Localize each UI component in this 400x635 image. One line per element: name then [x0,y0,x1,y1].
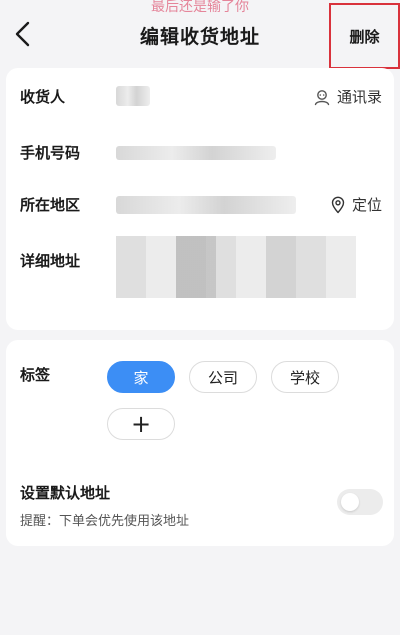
tags-card: 标签 家 公司 学校 + 设置默认地址 提醒：下单会优先使用该地址 [6,340,394,546]
consignee-row[interactable]: 收货人 通讯录 [6,76,394,116]
location-pin-icon [331,196,345,213]
detail-address-label: 详细地址 [20,252,81,270]
default-address-hint: 提醒：下单会优先使用该地址 [20,514,190,529]
tag-school[interactable]: 学校 [271,361,339,393]
region-label: 所在地区 [20,196,81,214]
phone-row[interactable]: 手机号码 [6,132,394,172]
edit-address-screen: 最后还是输了你 编辑收货地址 删除 收货人 通讯录 手机号码 所在地区 定位 详… [0,0,400,635]
region-value-redacted[interactable] [116,196,296,214]
top-bar: 最后还是输了你 编辑收货地址 删除 [0,0,400,69]
default-address-toggle[interactable] [337,489,383,515]
contacts-button[interactable]: 通讯录 [313,86,382,107]
consignee-label: 收货人 [20,88,66,106]
default-address-label: 设置默认地址 [20,484,111,502]
add-tag-button[interactable]: + [107,408,175,440]
tags-label: 标签 [20,366,51,384]
contacts-label: 通讯录 [336,88,382,106]
detail-address-redacted[interactable] [116,236,356,298]
region-row[interactable]: 所在地区 定位 [6,184,394,224]
locate-button[interactable]: 定位 [330,194,382,215]
delete-button[interactable]: 删除 [329,3,400,69]
tag-company[interactable]: 公司 [189,361,257,393]
phone-number-redacted[interactable] [116,146,276,160]
tag-home[interactable]: 家 [107,361,175,393]
address-form-card: 收货人 通讯录 手机号码 所在地区 定位 详细地址 [6,68,394,330]
toggle-knob [341,493,359,511]
phone-label: 手机号码 [20,144,81,162]
consignee-name-redacted[interactable] [116,86,150,106]
locate-label: 定位 [351,196,382,214]
contact-book-icon [314,89,330,105]
